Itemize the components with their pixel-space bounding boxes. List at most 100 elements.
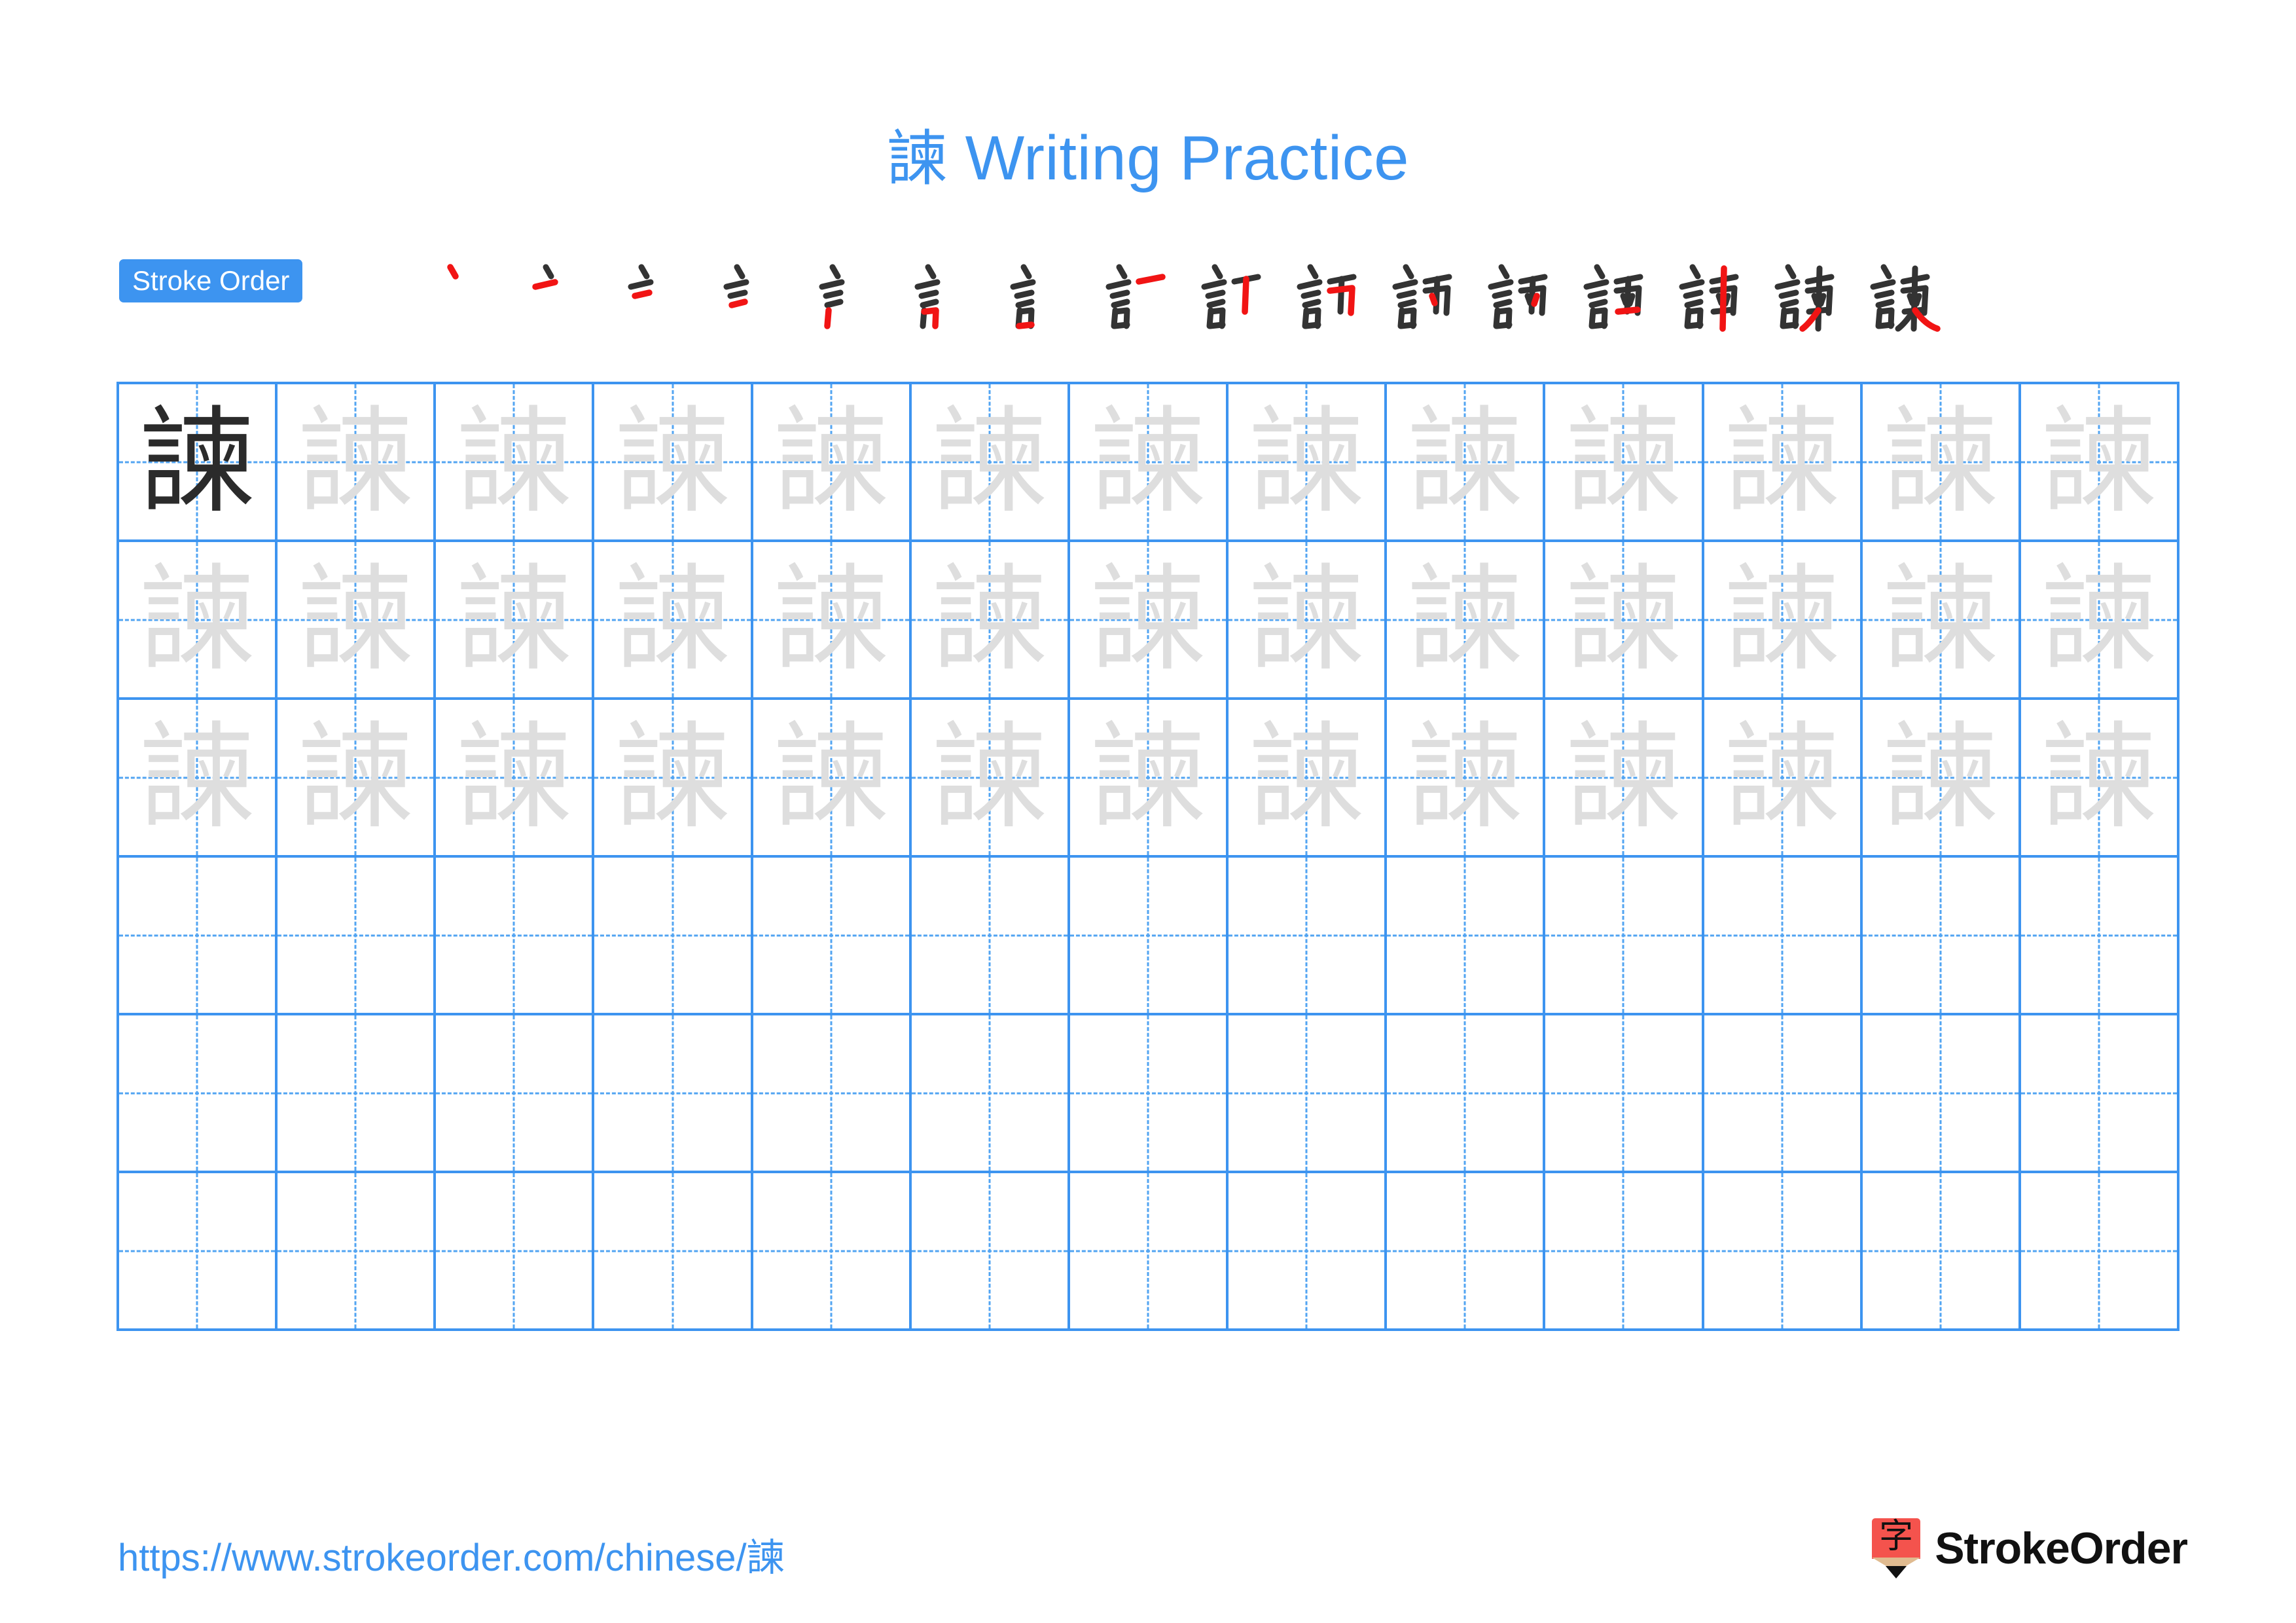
brand-logo[interactable]: 字 StrokeOrder bbox=[1872, 1512, 2188, 1584]
grid-cell-r6c9[interactable] bbox=[1387, 1173, 1546, 1331]
grid-cell-r1c4[interactable]: 諫 bbox=[594, 384, 753, 542]
stroke-step-11 bbox=[1382, 255, 1478, 333]
trace-character: 諫 bbox=[1407, 394, 1523, 529]
grid-cell-r1c2[interactable]: 諫 bbox=[278, 384, 437, 542]
grid-cell-r4c11[interactable] bbox=[1704, 858, 1863, 1015]
grid-cell-r1c12[interactable]: 諫 bbox=[1862, 384, 2021, 542]
grid-cell-r3c8[interactable]: 諫 bbox=[1229, 700, 1388, 858]
grid-cell-r5c10[interactable] bbox=[1545, 1015, 1704, 1173]
grid-cell-r1c9[interactable]: 諫 bbox=[1387, 384, 1546, 542]
grid-cell-r1c10[interactable]: 諫 bbox=[1545, 384, 1704, 542]
grid-cell-r5c6[interactable] bbox=[911, 1015, 1070, 1173]
grid-cell-r4c9[interactable] bbox=[1387, 858, 1546, 1015]
grid-cell-r1c3[interactable]: 諫 bbox=[436, 384, 595, 542]
grid-cell-r6c11[interactable] bbox=[1704, 1173, 1863, 1331]
grid-cell-r2c8[interactable]: 諫 bbox=[1229, 542, 1388, 700]
grid-cell-r2c4[interactable]: 諫 bbox=[594, 542, 753, 700]
grid-cell-r1c11[interactable]: 諫 bbox=[1704, 384, 1863, 542]
trace-character: 諫 bbox=[298, 394, 414, 529]
grid-cell-r4c10[interactable] bbox=[1545, 858, 1704, 1015]
grid-cell-r4c3[interactable] bbox=[436, 858, 595, 1015]
grid-cell-r3c2[interactable]: 諫 bbox=[278, 700, 437, 858]
grid-cell-r5c9[interactable] bbox=[1387, 1015, 1546, 1173]
grid-cell-r3c9[interactable]: 諫 bbox=[1387, 700, 1546, 858]
stroke-step-9 bbox=[1191, 255, 1287, 333]
trace-character: 諫 bbox=[1724, 710, 1840, 845]
grid-cell-r6c12[interactable] bbox=[1862, 1173, 2021, 1331]
grid-cell-r5c3[interactable] bbox=[436, 1015, 595, 1173]
grid-cell-r4c12[interactable] bbox=[1862, 858, 2021, 1015]
grid-cell-r1c7[interactable]: 諫 bbox=[1069, 384, 1229, 542]
trace-character: 諫 bbox=[456, 552, 572, 687]
trace-character: 諫 bbox=[2041, 710, 2157, 845]
grid-cell-r2c11[interactable]: 諫 bbox=[1704, 542, 1863, 700]
grid-cell-r6c1[interactable] bbox=[119, 1173, 278, 1331]
grid-cell-r4c2[interactable] bbox=[278, 858, 437, 1015]
grid-cell-r2c1[interactable]: 諫 bbox=[119, 542, 278, 700]
grid-cell-r2c12[interactable]: 諫 bbox=[1862, 542, 2021, 700]
grid-cell-r5c12[interactable] bbox=[1862, 1015, 2021, 1173]
footer-url[interactable]: https://www.strokeorder.com/chinese/諫 bbox=[118, 1527, 785, 1582]
grid-cell-r6c2[interactable] bbox=[278, 1173, 437, 1331]
grid-cell-r1c1[interactable]: 諫 bbox=[119, 384, 278, 542]
grid-cell-r6c6[interactable] bbox=[911, 1173, 1070, 1331]
grid-cell-r3c5[interactable]: 諫 bbox=[753, 700, 912, 858]
grid-cell-r3c1[interactable]: 諫 bbox=[119, 700, 278, 858]
grid-cell-r5c5[interactable] bbox=[753, 1015, 912, 1173]
grid-cell-r5c4[interactable] bbox=[594, 1015, 753, 1173]
grid-cell-r3c4[interactable]: 諫 bbox=[594, 700, 753, 858]
grid-cell-r2c13[interactable]: 諫 bbox=[2020, 542, 2179, 700]
stroke-step-4 bbox=[713, 255, 809, 333]
grid-cell-r6c8[interactable] bbox=[1229, 1173, 1388, 1331]
grid-cell-r3c11[interactable]: 諫 bbox=[1704, 700, 1863, 858]
stroke-order-section: Stroke Order bbox=[119, 255, 2181, 334]
grid-cell-r4c1[interactable] bbox=[119, 858, 278, 1015]
grid-cell-r3c12[interactable]: 諫 bbox=[1862, 700, 2021, 858]
grid-cell-r4c8[interactable] bbox=[1229, 858, 1388, 1015]
grid-cell-r4c4[interactable] bbox=[594, 858, 753, 1015]
grid-cell-r6c7[interactable] bbox=[1069, 1173, 1229, 1331]
brand-name: StrokeOrder bbox=[1935, 1523, 2188, 1573]
trace-character: 諫 bbox=[773, 394, 889, 529]
stroke-step-3 bbox=[618, 255, 713, 333]
grid-cell-r5c1[interactable] bbox=[119, 1015, 278, 1173]
grid-cell-r5c11[interactable] bbox=[1704, 1015, 1863, 1173]
trace-character: 諫 bbox=[931, 552, 1047, 687]
trace-character: 諫 bbox=[773, 710, 889, 845]
trace-character: 諫 bbox=[615, 552, 730, 687]
trace-character: 諫 bbox=[615, 394, 730, 529]
trace-character: 諫 bbox=[1407, 552, 1523, 687]
grid-cell-r3c13[interactable]: 諫 bbox=[2020, 700, 2179, 858]
grid-cell-r3c6[interactable]: 諫 bbox=[911, 700, 1070, 858]
grid-cell-r2c6[interactable]: 諫 bbox=[911, 542, 1070, 700]
grid-cell-r6c4[interactable] bbox=[594, 1173, 753, 1331]
grid-cell-r4c7[interactable] bbox=[1069, 858, 1229, 1015]
grid-cell-r1c13[interactable]: 諫 bbox=[2020, 384, 2179, 542]
grid-cell-r2c9[interactable]: 諫 bbox=[1387, 542, 1546, 700]
grid-cell-r5c8[interactable] bbox=[1229, 1015, 1388, 1173]
grid-cell-r6c10[interactable] bbox=[1545, 1173, 1704, 1331]
grid-cell-r5c13[interactable] bbox=[2020, 1015, 2179, 1173]
stroke-step-12 bbox=[1478, 255, 1573, 333]
grid-cell-r4c13[interactable] bbox=[2020, 858, 2179, 1015]
grid-cell-r1c6[interactable]: 諫 bbox=[911, 384, 1070, 542]
grid-cell-r3c3[interactable]: 諫 bbox=[436, 700, 595, 858]
grid-cell-r3c10[interactable]: 諫 bbox=[1545, 700, 1704, 858]
trace-character: 諫 bbox=[1724, 552, 1840, 687]
trace-character: 諫 bbox=[1724, 394, 1840, 529]
grid-cell-r2c10[interactable]: 諫 bbox=[1545, 542, 1704, 700]
grid-cell-r6c3[interactable] bbox=[436, 1173, 595, 1331]
grid-cell-r6c13[interactable] bbox=[2020, 1173, 2179, 1331]
grid-cell-r1c5[interactable]: 諫 bbox=[753, 384, 912, 542]
grid-cell-r2c5[interactable]: 諫 bbox=[753, 542, 912, 700]
grid-cell-r2c3[interactable]: 諫 bbox=[436, 542, 595, 700]
grid-cell-r4c6[interactable] bbox=[911, 858, 1070, 1015]
grid-cell-r3c7[interactable]: 諫 bbox=[1069, 700, 1229, 858]
grid-cell-r5c7[interactable] bbox=[1069, 1015, 1229, 1173]
grid-cell-r1c8[interactable]: 諫 bbox=[1229, 384, 1388, 542]
grid-cell-r2c7[interactable]: 諫 bbox=[1069, 542, 1229, 700]
grid-cell-r5c2[interactable] bbox=[278, 1015, 437, 1173]
grid-cell-r4c5[interactable] bbox=[753, 858, 912, 1015]
grid-cell-r2c2[interactable]: 諫 bbox=[278, 542, 437, 700]
grid-cell-r6c5[interactable] bbox=[753, 1173, 912, 1331]
